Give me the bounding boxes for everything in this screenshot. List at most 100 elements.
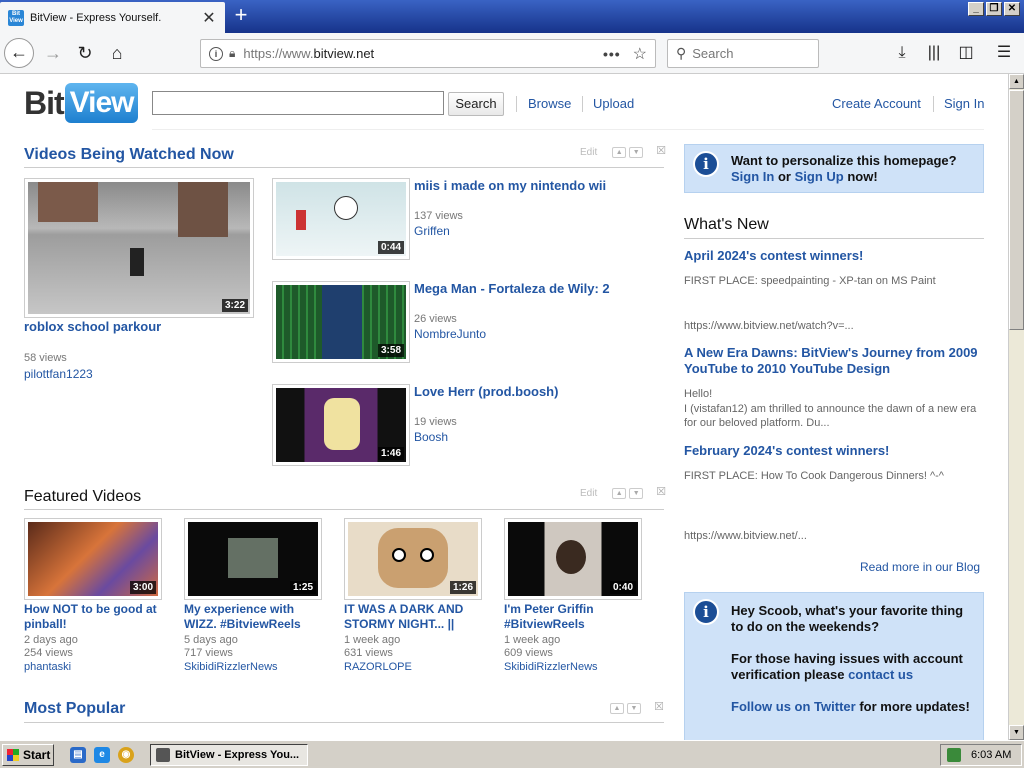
video-title-link[interactable]: Mega Man - Fortaleza de Wily: 2 xyxy=(414,281,664,296)
url-text[interactable]: https://www.bitview.net xyxy=(243,46,603,61)
bitview-logo[interactable]: Bit View xyxy=(24,82,139,124)
url-bar[interactable]: i 🔒︎ https://www.bitview.net ••• ☆ xyxy=(200,39,656,68)
bookmark-star-icon[interactable]: ☆ xyxy=(633,44,647,64)
video-user-link[interactable]: RAZORLOPE xyxy=(344,661,412,674)
chrome-icon[interactable]: ◉ xyxy=(118,747,134,763)
browser-toolbar: ← → ↻ ⌂ i 🔒︎ https://www.bitview.net •••… xyxy=(0,33,1024,74)
section-divider xyxy=(24,722,664,723)
move-down-icon[interactable]: ▼ xyxy=(627,703,641,714)
restore-window-button[interactable]: ❐ xyxy=(986,2,1002,16)
sign-in-link[interactable]: Sign In xyxy=(731,169,774,184)
close-window-button[interactable]: ✕ xyxy=(1004,2,1020,16)
video-title-link[interactable]: IT WAS A DARK AND STORMY NIGHT... || xyxy=(344,602,484,632)
video-title-link[interactable]: miis i made on my nintendo wii xyxy=(414,178,664,193)
video-user-link[interactable]: NombreJunto xyxy=(414,328,486,341)
menu-icon[interactable]: ☰ xyxy=(992,41,1016,65)
reload-button[interactable]: ↻ xyxy=(70,38,100,68)
video-thumbnail[interactable]: 3:22 xyxy=(24,178,254,318)
blog-post-excerpt: Hello! xyxy=(684,388,713,400)
network-icon[interactable] xyxy=(947,748,961,762)
video-thumbnail[interactable]: 3:58 xyxy=(272,281,410,363)
video-user-link[interactable]: SkibidiRizzlerNews xyxy=(504,661,598,674)
internet-explorer-icon[interactable]: e xyxy=(94,747,110,763)
section-divider xyxy=(684,238,984,239)
whats-new-title: What's New xyxy=(684,216,769,233)
video-user-link[interactable]: phantaski xyxy=(24,661,71,674)
video-thumbnail[interactable]: 1:25 xyxy=(184,518,322,600)
browser-search-input[interactable]: ⚲ Search xyxy=(667,39,819,68)
download-icon[interactable]: ⤓ xyxy=(890,41,914,65)
video-thumbnail[interactable]: 0:40 xyxy=(504,518,642,600)
move-down-icon[interactable]: ▼ xyxy=(629,147,644,158)
close-tab-icon[interactable]: ✕ xyxy=(201,8,217,28)
video-title-link[interactable]: Love Herr (prod.boosh) xyxy=(414,384,664,399)
search-button[interactable]: Search xyxy=(448,92,504,116)
minimize-window-button[interactable]: _ xyxy=(968,2,984,16)
header-divider xyxy=(582,96,583,112)
video-date: 1 week ago xyxy=(504,634,561,646)
personalize-box: i Want to personalize this homepage? Sig… xyxy=(684,144,984,193)
sidebar-icon[interactable]: ◫ xyxy=(954,41,978,65)
video-thumbnail[interactable]: 3:00 xyxy=(24,518,162,600)
video-user-link[interactable]: Boosh xyxy=(414,431,448,444)
show-desktop-icon[interactable]: ▤ xyxy=(70,747,86,763)
most-popular-title: Most Popular xyxy=(24,700,126,717)
video-title-link[interactable]: roblox school parkour xyxy=(24,319,254,334)
video-user-link[interactable]: pilottfan1223 xyxy=(24,368,93,381)
close-section-icon[interactable]: ☒ xyxy=(654,146,668,158)
close-section-icon[interactable]: ☒ xyxy=(652,702,666,714)
scroll-up-icon[interactable]: ▲ xyxy=(1009,74,1024,89)
info-icon: i xyxy=(693,151,719,177)
clock: 6:03 AM xyxy=(971,749,1012,761)
move-up-icon[interactable]: ▲ xyxy=(610,703,624,714)
home-button[interactable]: ⌂ xyxy=(102,38,132,68)
blog-post-title[interactable]: A New Era Dawns: BitView's Journey from … xyxy=(684,345,984,377)
video-views: 609 views xyxy=(504,647,553,659)
video-user-link[interactable]: SkibidiRizzlerNews xyxy=(184,661,278,674)
video-user-link[interactable]: Griffen xyxy=(414,225,450,238)
scroll-down-icon[interactable]: ▼ xyxy=(1009,725,1024,740)
close-section-icon[interactable]: ☒ xyxy=(654,487,668,499)
library-icon[interactable]: ||| xyxy=(922,41,946,65)
blog-post-link[interactable]: https://www.bitview.net/... xyxy=(684,529,984,543)
upload-link[interactable]: Upload xyxy=(593,96,634,111)
sign-in-link[interactable]: Sign In xyxy=(944,96,984,111)
forward-button[interactable]: → xyxy=(38,38,68,68)
video-title-link[interactable]: My experience with WIZZ. #BitviewReels xyxy=(184,602,324,632)
scrollbar-thumb[interactable] xyxy=(1009,90,1024,330)
firefox-window-icon xyxy=(156,748,170,762)
video-title-link[interactable]: I'm Peter Griffin #BitviewReels xyxy=(504,602,644,632)
blog-post-excerpt: I (vistafan12) am thrilled to announce t… xyxy=(684,403,977,429)
page-actions-icon[interactable]: ••• xyxy=(603,46,621,62)
video-thumbnail[interactable]: 1:26 xyxy=(344,518,482,600)
edit-link[interactable]: Edit xyxy=(580,488,597,499)
section-controls: Edit ▲ ▼ ☒ xyxy=(580,146,668,158)
read-more-blog-link[interactable]: Read more in our Blog xyxy=(860,560,980,574)
twitter-link[interactable]: Follow us on Twitter xyxy=(731,699,856,714)
move-down-icon[interactable]: ▼ xyxy=(629,488,644,499)
site-info-icon[interactable]: i xyxy=(209,46,223,61)
blog-post-title[interactable]: February 2024's contest winners! xyxy=(684,443,984,459)
video-thumbnail[interactable]: 0:44 xyxy=(272,178,410,260)
new-tab-button[interactable]: + xyxy=(232,4,250,28)
site-search-input[interactable] xyxy=(152,91,444,115)
page-scrollbar[interactable]: ▲ ▼ xyxy=(1008,74,1024,740)
video-date: 1 week ago xyxy=(344,634,401,646)
browser-tab[interactable]: Bit View BitView - Express Yourself. ✕ xyxy=(0,2,225,33)
blog-post-title[interactable]: April 2024's contest winners! xyxy=(684,248,984,264)
blog-post-link[interactable]: https://www.bitview.net/watch?v=... xyxy=(684,319,984,333)
move-up-icon[interactable]: ▲ xyxy=(612,488,627,499)
create-account-link[interactable]: Create Account xyxy=(832,96,921,111)
taskbar-window-button[interactable]: BitView - Express You... xyxy=(150,744,308,766)
browse-link[interactable]: Browse xyxy=(528,96,571,111)
move-up-icon[interactable]: ▲ xyxy=(612,147,627,158)
sign-up-link[interactable]: Sign Up xyxy=(795,169,844,184)
start-button[interactable]: Start xyxy=(2,744,54,766)
blog-post-excerpt: FIRST PLACE: speedpainting - XP-tan on M… xyxy=(684,275,936,287)
edit-link[interactable]: Edit xyxy=(580,147,597,158)
back-button[interactable]: ← xyxy=(4,38,34,68)
video-thumbnail[interactable]: 1:46 xyxy=(272,384,410,466)
video-title-link[interactable]: How NOT to be good at pinball! xyxy=(24,602,162,632)
contact-us-link[interactable]: contact us xyxy=(848,667,913,682)
section-controls: Edit ▲ ▼ ☒ xyxy=(580,487,668,499)
